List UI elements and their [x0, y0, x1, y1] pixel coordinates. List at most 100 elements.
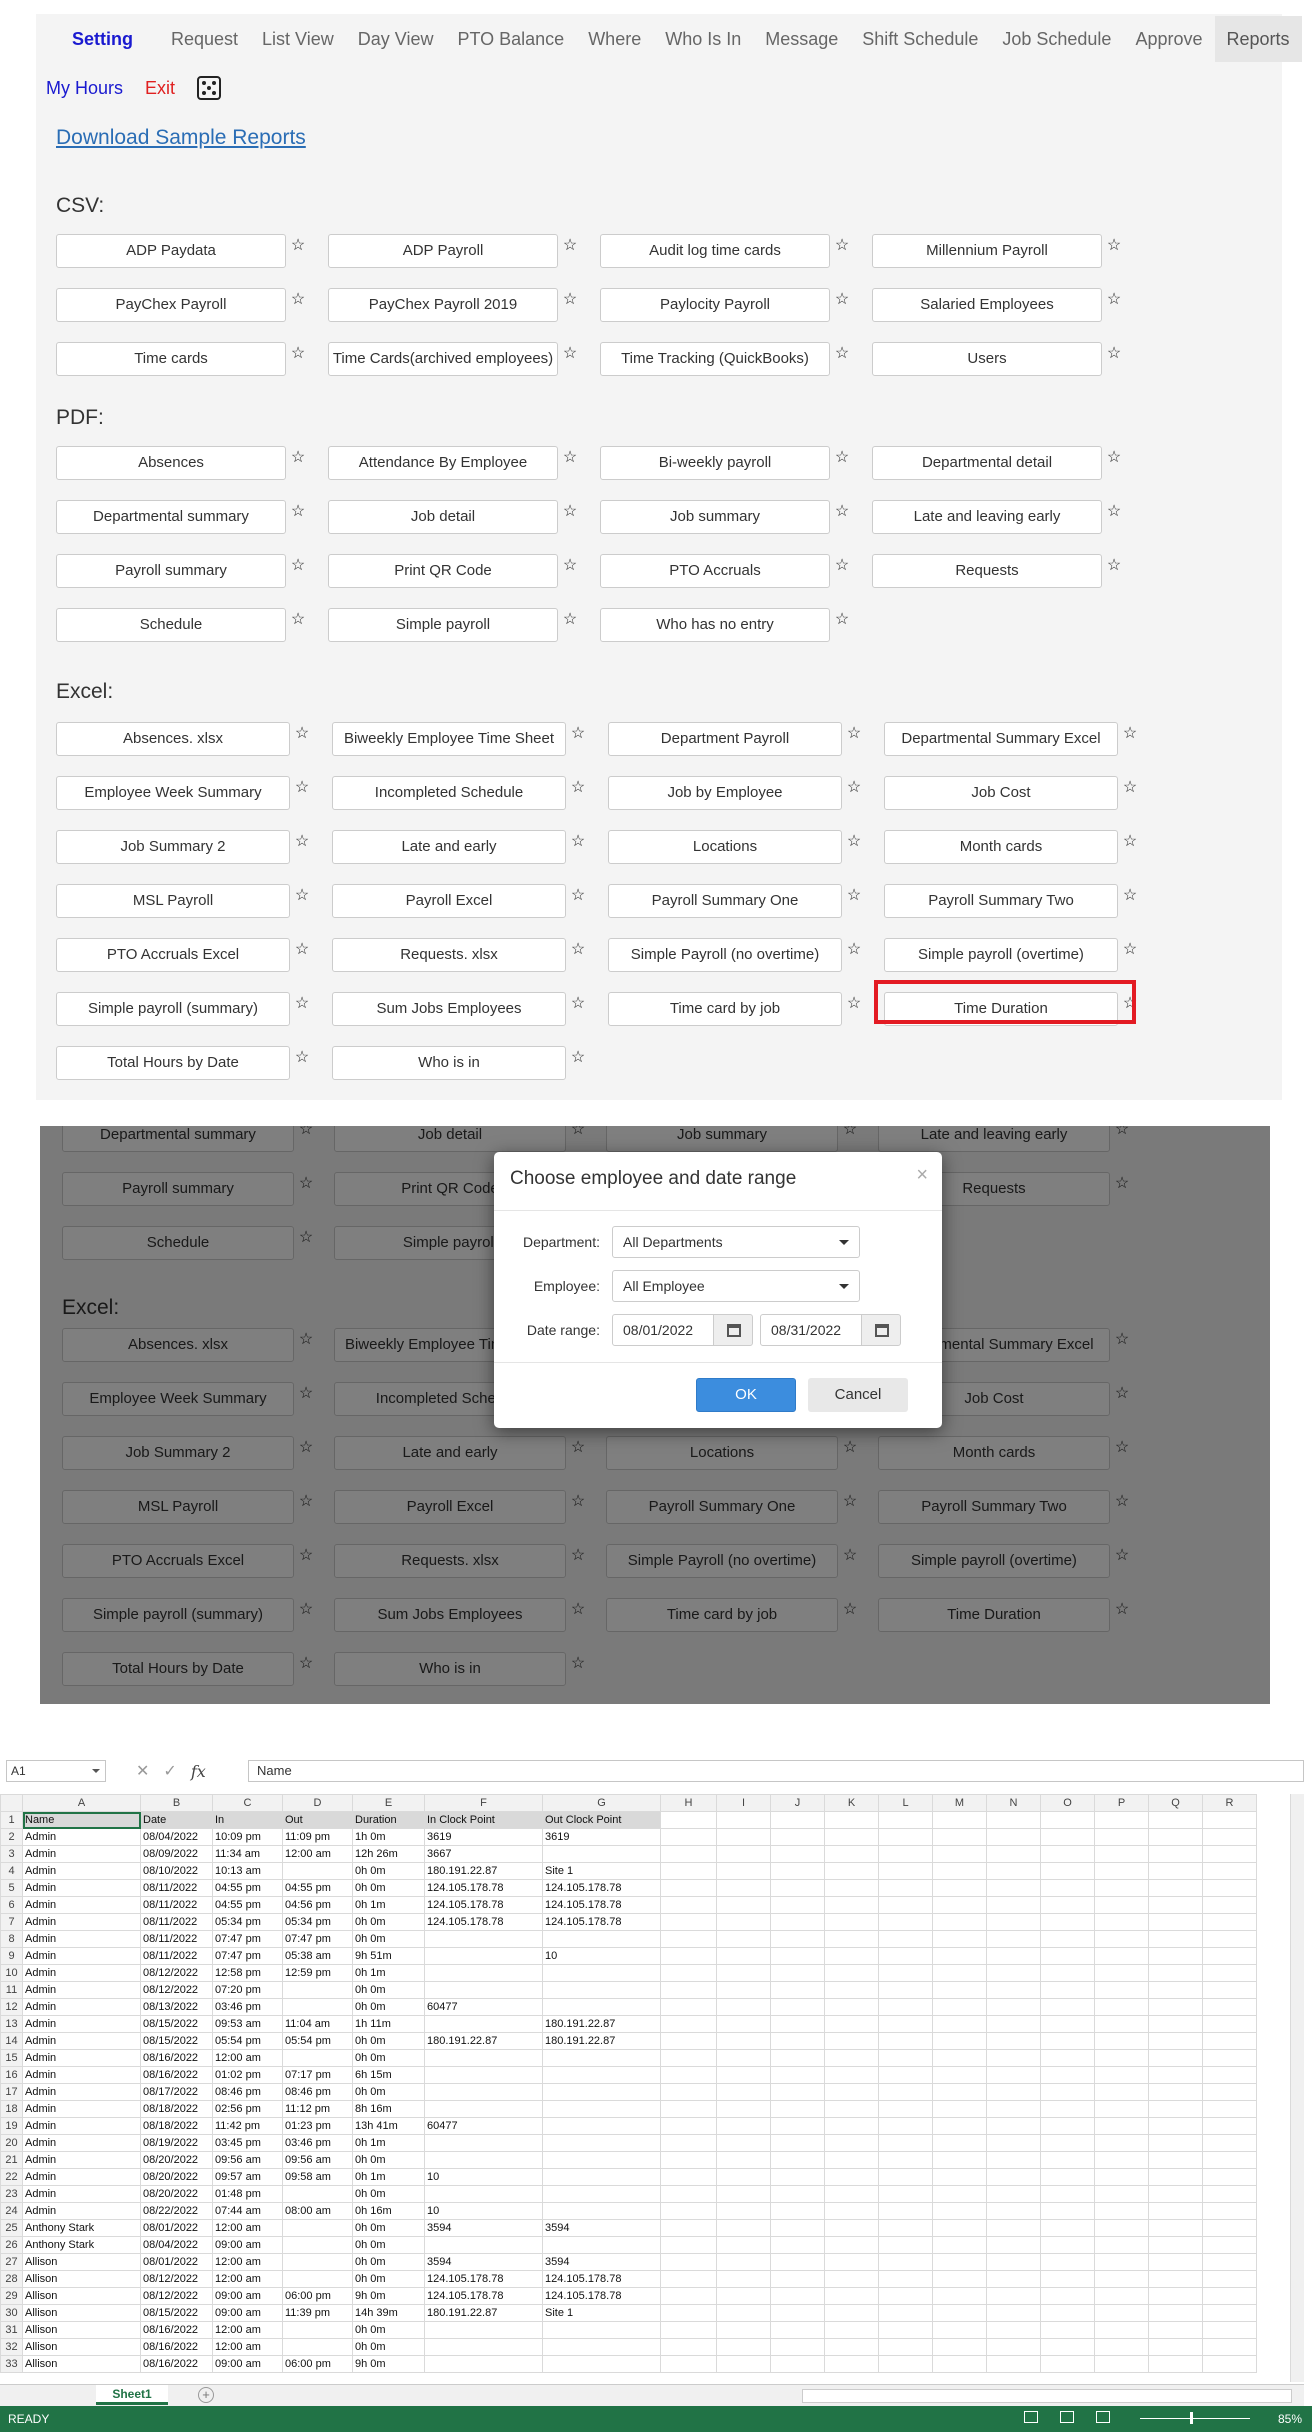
- cell[interactable]: Admin: [22, 1998, 141, 2016]
- column-header[interactable]: E: [352, 1794, 425, 1812]
- row-number[interactable]: 5: [0, 1879, 23, 1897]
- cell[interactable]: [1202, 1862, 1257, 1880]
- cell[interactable]: [1202, 1811, 1257, 1829]
- cell[interactable]: 08/04/2022: [140, 1828, 213, 1846]
- cell[interactable]: [1148, 1947, 1203, 1965]
- cell[interactable]: 11:39 pm: [282, 2304, 353, 2322]
- cell[interactable]: [1040, 2151, 1095, 2169]
- cell[interactable]: [716, 2168, 771, 2186]
- cell[interactable]: 180.191.22.87: [542, 2032, 661, 2050]
- cell[interactable]: [986, 1998, 1041, 2016]
- cell[interactable]: [932, 2236, 987, 2254]
- cell[interactable]: 09:58 am: [282, 2168, 353, 2186]
- star-icon[interactable]: ☆: [290, 558, 306, 574]
- star-icon[interactable]: ☆: [834, 612, 850, 628]
- cell[interactable]: 180.191.22.87: [424, 2304, 543, 2322]
- cell[interactable]: [1148, 2015, 1203, 2033]
- cell[interactable]: 0h 0m: [352, 2032, 425, 2050]
- cell[interactable]: [878, 2168, 933, 2186]
- cell[interactable]: [660, 2117, 717, 2135]
- cell[interactable]: 11:09 pm: [282, 1828, 353, 1846]
- cell[interactable]: 10: [424, 2202, 543, 2220]
- cell[interactable]: 0h 0m: [352, 2236, 425, 2254]
- cell[interactable]: [878, 2338, 933, 2356]
- cell[interactable]: [878, 2134, 933, 2152]
- pto-accruals-report-button[interactable]: PTO Accruals: [600, 554, 830, 588]
- cell[interactable]: [660, 1930, 717, 1948]
- msl-payroll-report-button[interactable]: MSL Payroll: [56, 884, 290, 918]
- cell[interactable]: [986, 2032, 1041, 2050]
- sheet-tab[interactable]: Sheet1: [96, 2385, 168, 2405]
- cell[interactable]: [770, 2049, 825, 2067]
- cell[interactable]: 11:34 am: [212, 1845, 283, 1863]
- cell[interactable]: [1202, 1828, 1257, 1846]
- star-icon[interactable]: ☆: [290, 612, 306, 628]
- cell[interactable]: 0h 0m: [352, 1930, 425, 1948]
- cell[interactable]: [716, 2338, 771, 2356]
- cell[interactable]: 07:47 pm: [212, 1930, 283, 1948]
- cell[interactable]: [1094, 2338, 1149, 2356]
- cell[interactable]: Admin: [22, 1964, 141, 1982]
- cell[interactable]: [542, 2185, 661, 2203]
- row-number[interactable]: 9: [0, 1947, 23, 1965]
- cell[interactable]: 8h 16m: [352, 2100, 425, 2118]
- row-number[interactable]: 32: [0, 2338, 23, 2356]
- cell[interactable]: [1040, 2253, 1095, 2271]
- row-number[interactable]: 12: [0, 1998, 23, 2016]
- cell[interactable]: 08/11/2022: [140, 1947, 213, 1965]
- star-icon[interactable]: ☆: [570, 1050, 586, 1066]
- cell[interactable]: [1202, 2134, 1257, 2152]
- cell[interactable]: [986, 2134, 1041, 2152]
- payroll-summary-two-report-button[interactable]: Payroll Summary Two: [884, 884, 1118, 918]
- star-icon[interactable]: ☆: [846, 726, 862, 742]
- department-payroll-report-button[interactable]: Department Payroll: [608, 722, 842, 756]
- cell[interactable]: 10: [424, 2168, 543, 2186]
- cell[interactable]: [986, 2100, 1041, 2118]
- cell[interactable]: [1148, 2134, 1203, 2152]
- cell[interactable]: 124.105.178.78: [424, 1913, 543, 1931]
- cell[interactable]: [716, 2083, 771, 2101]
- cell[interactable]: [542, 1981, 661, 1999]
- cell[interactable]: 9h 51m: [352, 1947, 425, 1965]
- cell[interactable]: [1040, 2083, 1095, 2101]
- exit-link[interactable]: Exit: [145, 78, 175, 99]
- star-icon[interactable]: ☆: [846, 780, 862, 796]
- cell[interactable]: [1094, 1811, 1149, 1829]
- cell[interactable]: [986, 1828, 1041, 1846]
- cell[interactable]: [1202, 1845, 1257, 1863]
- cell[interactable]: [1040, 2287, 1095, 2305]
- cell[interactable]: [282, 2236, 353, 2254]
- cell[interactable]: 60477: [424, 1998, 543, 2016]
- row-number[interactable]: 14: [0, 2032, 23, 2050]
- row-number[interactable]: 7: [0, 1913, 23, 1931]
- cell[interactable]: [660, 2270, 717, 2288]
- cell[interactable]: [986, 1845, 1041, 1863]
- cell[interactable]: [424, 2100, 543, 2118]
- row-number[interactable]: 13: [0, 2015, 23, 2033]
- job-cost-report-button[interactable]: Job Cost: [884, 776, 1118, 810]
- cell[interactable]: 3594: [542, 2219, 661, 2237]
- cell[interactable]: [824, 2253, 879, 2271]
- cell[interactable]: [1040, 2219, 1095, 2237]
- users-report-button[interactable]: Users: [872, 342, 1102, 376]
- cell[interactable]: [660, 1828, 717, 1846]
- cell[interactable]: [986, 2083, 1041, 2101]
- millennium-payroll-report-button[interactable]: Millennium Payroll: [872, 234, 1102, 268]
- cell[interactable]: [1094, 2355, 1149, 2373]
- star-icon[interactable]: ☆: [846, 942, 862, 958]
- cell[interactable]: [932, 2202, 987, 2220]
- cell[interactable]: [932, 2287, 987, 2305]
- cell[interactable]: [770, 1964, 825, 1982]
- star-icon[interactable]: ☆: [1106, 558, 1122, 574]
- cell[interactable]: 124.105.178.78: [542, 1879, 661, 1897]
- biweekly-employee-time-sheet-report-button[interactable]: Biweekly Employee Time Sheet: [332, 722, 566, 756]
- cell[interactable]: [770, 1998, 825, 2016]
- cell[interactable]: [716, 1947, 771, 1965]
- cell[interactable]: [542, 1845, 661, 1863]
- cell[interactable]: [770, 1845, 825, 1863]
- page-layout-view-icon[interactable]: [1060, 2411, 1074, 2423]
- cell[interactable]: 08/04/2022: [140, 2236, 213, 2254]
- zoom-slider[interactable]: [1140, 2418, 1250, 2419]
- cell[interactable]: [824, 2338, 879, 2356]
- cell[interactable]: [878, 1896, 933, 1914]
